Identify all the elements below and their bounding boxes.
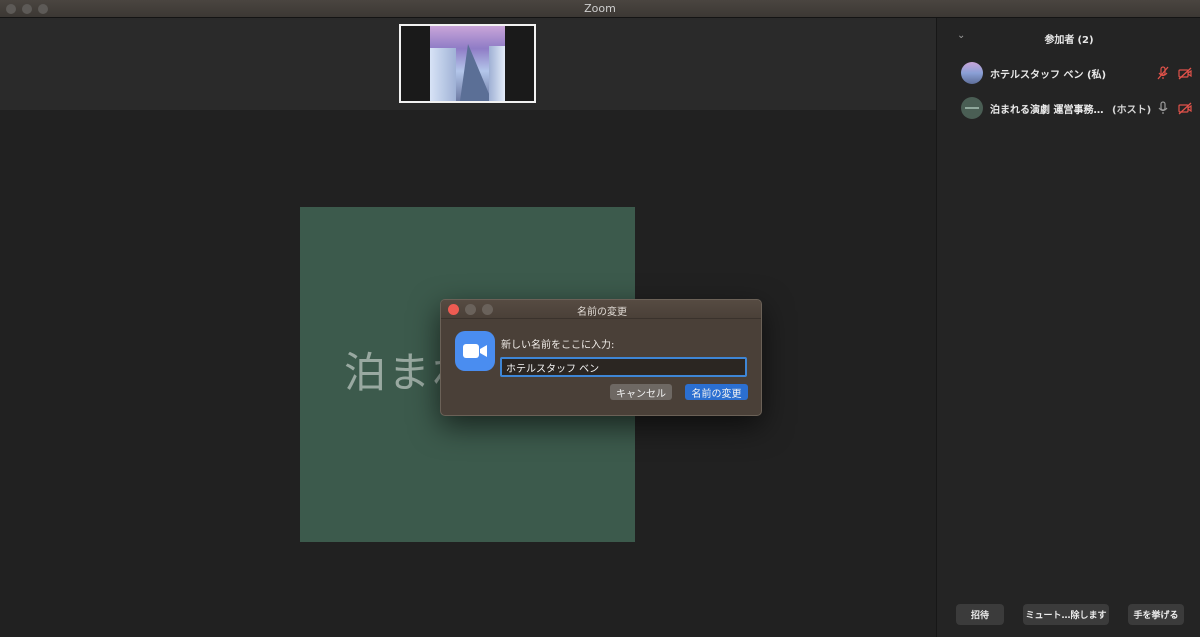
participants-title-label: 参加者 — [1044, 35, 1075, 46]
participants-count: (2) — [1077, 35, 1094, 46]
window-controls — [6, 4, 48, 14]
mic-muted-icon[interactable] — [1155, 65, 1171, 81]
avatar-logo-mark — [965, 107, 979, 109]
video-camera-icon — [463, 344, 487, 358]
avatar — [961, 62, 983, 84]
rename-dialog: 名前の変更 新しい名前をここに入力: キャンセル 名前の変更 — [440, 299, 762, 416]
window-title: Zoom — [584, 2, 616, 15]
participant-video-thumbnail[interactable] — [399, 24, 536, 103]
mic-icon[interactable] — [1155, 100, 1171, 116]
close-window-button[interactable] — [6, 4, 16, 14]
avatar — [961, 97, 983, 119]
participant-row[interactable]: ホテルスタッフ ベン (私) — [937, 60, 1200, 86]
participant-row[interactable]: 泊まれる演劇 運営事務… (ホスト) — [937, 95, 1200, 121]
zoom-logo-icon — [455, 331, 495, 371]
participant-name: 泊まれる演劇 運営事務… — [990, 105, 1104, 116]
participants-title: 参加者 (2) — [937, 31, 1200, 46]
participants-panel: ⌄ 参加者 (2) ホテルスタッフ ベン (私) 泊まれる演劇 運営事務… (ホス… — [936, 18, 1200, 637]
video-off-icon[interactable] — [1177, 100, 1193, 116]
dialog-titlebar: 名前の変更 — [441, 300, 761, 319]
participants-actions: 招待 ミュート…除します 手を挙げる — [937, 604, 1200, 626]
participants-header: ⌄ 参加者 (2) — [937, 30, 1200, 46]
building-right — [489, 46, 505, 101]
dialog-title: 名前の変更 — [577, 307, 627, 318]
building-left — [430, 48, 456, 101]
road — [460, 44, 492, 101]
video-feed-image — [430, 26, 505, 101]
zoom-window-button[interactable] — [38, 4, 48, 14]
new-name-input[interactable] — [500, 357, 747, 377]
raise-hand-button[interactable]: 手を挙げる — [1128, 604, 1184, 625]
mute-all-button[interactable]: ミュート…除します — [1023, 604, 1109, 625]
minimize-window-button[interactable] — [22, 4, 32, 14]
invite-button[interactable]: 招待 — [956, 604, 1004, 625]
window-titlebar: Zoom — [0, 0, 1200, 18]
participant-name: ホテルスタッフ ベン (私) — [990, 70, 1107, 81]
video-thumbnail-strip — [0, 18, 936, 110]
rename-confirm-button[interactable]: 名前の変更 — [685, 384, 748, 400]
video-off-icon[interactable] — [1177, 65, 1193, 81]
cancel-button[interactable]: キャンセル — [610, 384, 672, 400]
name-input-label: 新しい名前をここに入力: — [501, 340, 615, 351]
participant-role: (ホスト) — [1112, 105, 1152, 116]
